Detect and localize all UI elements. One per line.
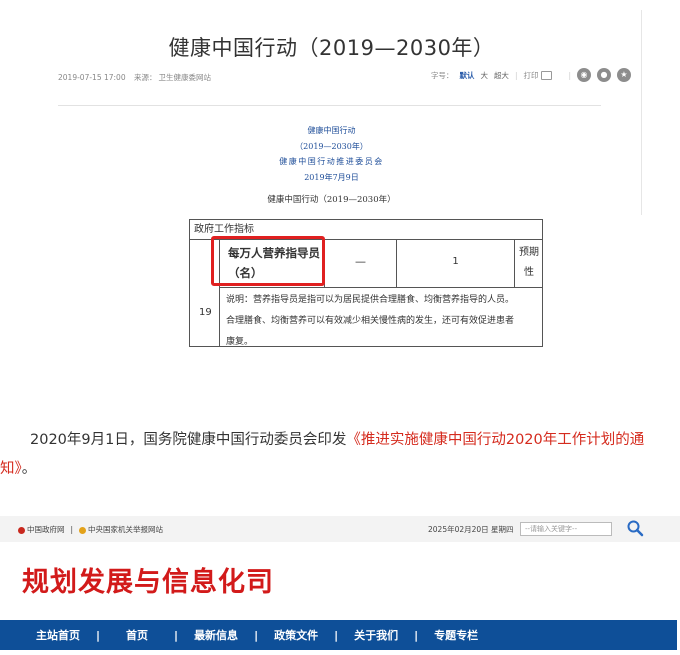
gov-portal-link[interactable]: 中国政府网 [18, 524, 65, 535]
publish-datetime: 2019-07-15 17:00 [58, 73, 126, 82]
main-nav: 主站首页 | 首页 | 最新信息 | 政策文件 | 关于我们 | 专题专栏 [0, 620, 677, 650]
indicator-note: 说明：营养指导员是指可以为居民提供合理膳食、均衡营养指导的人员。 合理膳食、均衡… [226, 290, 534, 353]
font-size-xlarge[interactable]: 超大 [494, 70, 509, 81]
search-icon[interactable] [626, 519, 644, 537]
current-date: 2025年02月20日 星期四 [428, 525, 514, 534]
indicator-kind-line2: 性 [524, 267, 534, 278]
row-number: 19 [199, 307, 212, 318]
nav-separator: | [334, 628, 339, 642]
emblem-icon [18, 526, 25, 534]
site-title: 规划发展与信息化司 [22, 567, 274, 598]
source-name: 卫生健康委网站 [158, 73, 211, 82]
doc-line-4: 2019年7月9日 [304, 172, 359, 182]
paragraph-text: 2020年9月1日，国务院健康中国行动委员会印发 [30, 432, 347, 448]
nav-item-special-topics[interactable]: 专题专栏 [422, 627, 490, 643]
report-site-link[interactable]: 中央国家机关举报网站 [79, 524, 163, 535]
meta-divider: | [514, 70, 518, 80]
meta-divider-line [58, 105, 601, 106]
doc-line-1: 健康中国行动 [307, 126, 356, 135]
body-paragraph: 2020年9月1日，国务院健康中国行动委员会印发《推进实施健康中国行动2020年… [0, 426, 680, 484]
nav-item-about-us[interactable]: 关于我们 [342, 627, 410, 643]
note-line-2: 合理膳食、均衡营养可以有效减少相关慢性病的发生，还可有效促进患者 [226, 316, 515, 326]
search-input[interactable]: --请输入关键字-- [520, 522, 612, 536]
favorite-star-icon[interactable]: ★ [617, 68, 631, 82]
nav-item-home[interactable]: 首页 [104, 627, 170, 643]
value-2030-cell: 1 [397, 240, 515, 287]
print-button[interactable]: 打印 [523, 70, 553, 81]
article-title: 健康中国行动（2019—2030年） [168, 36, 495, 60]
font-size-default[interactable]: 默认 [459, 70, 474, 81]
nav-separator: | [254, 628, 259, 642]
doc-line-3: 健康中国行动推进委员会 [279, 157, 384, 166]
font-size-large[interactable]: 大 [480, 70, 488, 81]
report-icon [79, 526, 87, 534]
meta-divider-2: | [568, 70, 571, 80]
note-line-3: 康复。 [226, 337, 254, 347]
nav-item-latest-info[interactable]: 最新信息 [182, 627, 250, 643]
highlight-box [211, 236, 325, 286]
nav-item-main-home[interactable]: 主站首页 [0, 627, 92, 643]
print-label: 打印 [523, 70, 539, 80]
weibo-share-icon[interactable]: ◉ [577, 68, 591, 82]
indicator-kind-cell: 预期 性 [515, 240, 543, 287]
top-bar: 中国政府网 | 中央国家机关举报网站 2025年02月20日 星期四 --请输入… [0, 516, 680, 542]
topbar-divider: | [70, 525, 74, 534]
nav-separator: | [414, 628, 419, 642]
doc-heading: 健康中国行动（2019—2030年） [267, 195, 396, 205]
printer-icon [541, 70, 553, 80]
wechat-share-icon[interactable]: ● [597, 68, 611, 82]
indicator-kind-line1: 预期 [519, 247, 539, 258]
nav-item-policy-docs[interactable]: 政策文件 [262, 627, 330, 643]
font-size-label: 字号： [430, 70, 454, 80]
source-label: 来源： [133, 73, 157, 82]
document-cover: 健康中国行动 （2019—2030年） 健康中国行动推进委员会 2019年7月9… [22, 123, 641, 185]
article-screenshot: 健康中国行动（2019—2030年） 2019-07-15 17:00 来源：卫… [22, 10, 642, 215]
nav-separator: | [174, 628, 179, 642]
article-meta: 2019-07-15 17:00 来源： 卫生健康委网站 字号： 默认 大 超大 … [58, 68, 631, 88]
nav-separator: | [96, 628, 101, 642]
doc-line-2: （2019—2030年） [295, 141, 368, 151]
note-line-1: 说明：营养指导员是指可以为居民提供合理膳食、均衡营养指导的人员。 [226, 295, 515, 305]
site-header-screenshot: 中国政府网 | 中央国家机关举报网站 2025年02月20日 星期四 --请输入… [0, 516, 680, 655]
value-2022-cell: — [325, 240, 397, 287]
paragraph-end: 。 [21, 461, 37, 477]
